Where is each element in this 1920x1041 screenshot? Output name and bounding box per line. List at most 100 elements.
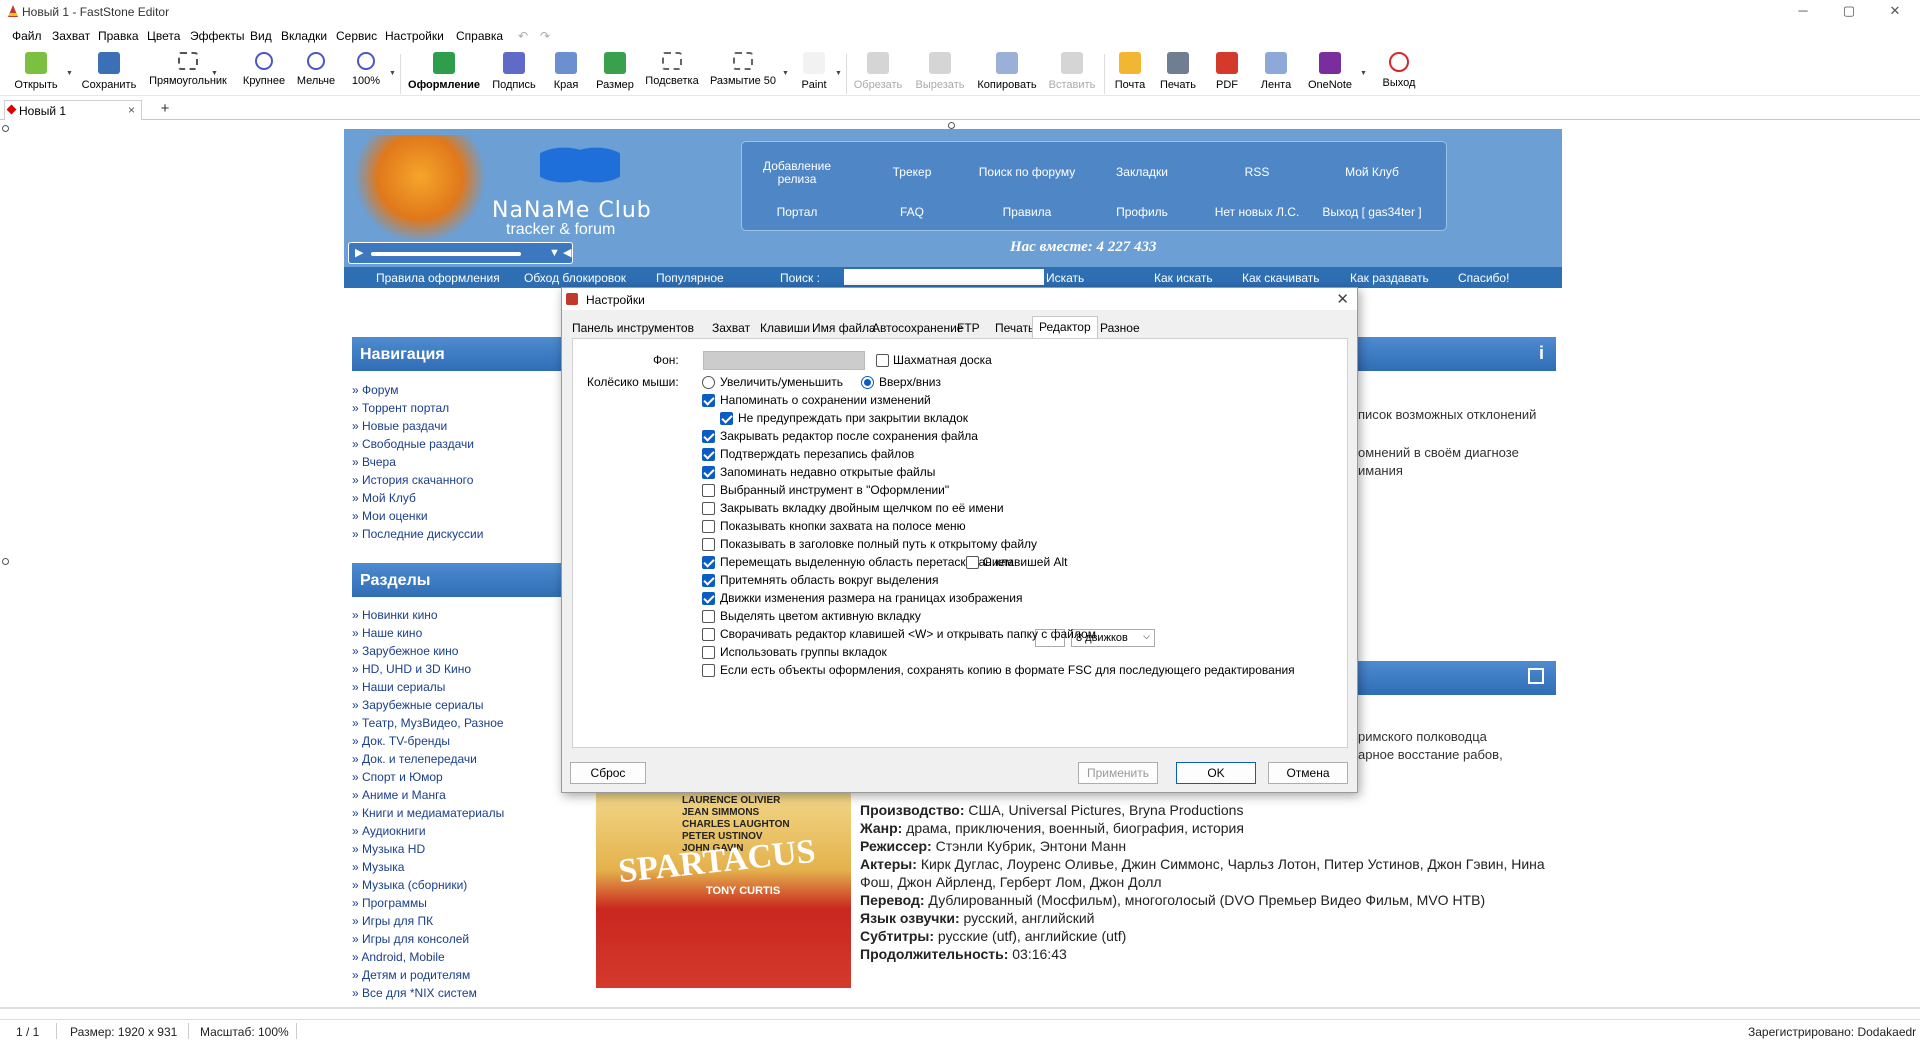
zoom-out-button[interactable]: Мельче: [294, 52, 338, 96]
blur-dropdown-icon[interactable]: ▼: [782, 70, 789, 77]
option-checkbox[interactable]: [702, 628, 715, 641]
redo-icon[interactable]: ↷: [540, 29, 550, 43]
menu-effects[interactable]: Эффекты: [190, 29, 245, 43]
resize-handle[interactable]: [948, 122, 955, 129]
menu-tabs[interactable]: Вкладки: [281, 29, 327, 43]
option-checkbox[interactable]: [702, 430, 715, 443]
paste-icon: [1061, 52, 1083, 74]
option-checkbox[interactable]: [702, 466, 715, 479]
tab-hotkeys[interactable]: Клавиши: [760, 318, 810, 338]
site-nav-item: Как скачивать: [1242, 271, 1320, 285]
caption-button[interactable]: Подпись: [488, 52, 540, 96]
tab-close-icon[interactable]: ×: [128, 103, 135, 117]
paint-dropdown-icon[interactable]: ▼: [835, 70, 842, 77]
paste-button[interactable]: Вставить: [1046, 52, 1098, 96]
option-checkbox[interactable]: [702, 484, 715, 497]
resize-handle[interactable]: [2, 125, 9, 132]
maximize-button[interactable]: ▢: [1826, 0, 1872, 24]
tab-editor[interactable]: Редактор: [1032, 316, 1098, 338]
resize-button[interactable]: Размер: [590, 52, 640, 96]
option-checkbox[interactable]: [702, 502, 715, 515]
menu-help[interactable]: Справка: [456, 29, 503, 43]
wheel-zoom-radio[interactable]: [702, 376, 715, 389]
draw-button[interactable]: Оформление: [404, 52, 484, 96]
highlight-button[interactable]: Подсветка: [642, 52, 702, 96]
ok-button[interactable]: OK: [1176, 762, 1256, 784]
cut-button[interactable]: Вырезать: [910, 52, 970, 96]
zoom-icon: [357, 52, 375, 70]
app-icon: [8, 5, 18, 17]
option-checkbox[interactable]: [720, 412, 733, 425]
menu-edit[interactable]: Правка: [98, 29, 139, 43]
exit-button[interactable]: Выход: [1376, 52, 1422, 96]
blur-button[interactable]: Размытие 50: [706, 52, 780, 96]
pdf-button[interactable]: PDF: [1210, 52, 1244, 96]
alt-key-label: С клавишей Alt: [983, 555, 1068, 569]
onenote-button[interactable]: OneNote: [1304, 52, 1356, 96]
crop-button[interactable]: Обрезать: [852, 52, 904, 96]
option-checkbox[interactable]: [702, 592, 715, 605]
zoom-in-button[interactable]: Крупнее: [240, 52, 288, 96]
site-nav-item: Поиск :: [780, 271, 820, 285]
option-checkbox[interactable]: [702, 556, 715, 569]
paint-button[interactable]: Paint: [794, 52, 834, 96]
checkerboard-checkbox[interactable]: [876, 354, 889, 367]
menu-view[interactable]: Вид: [250, 29, 272, 43]
site-menu-item: Добавление релиза: [763, 159, 831, 186]
option-checkbox[interactable]: [702, 538, 715, 551]
zoom-level-button[interactable]: 100%: [344, 52, 388, 96]
save-button[interactable]: Сохранить: [78, 52, 140, 96]
document-tab[interactable]: Новый 1 ×: [4, 100, 142, 120]
page-text-fragment: омнений в своём диагнозе: [1358, 445, 1519, 460]
tab-filename[interactable]: Имя файла: [812, 318, 876, 338]
tab-autosave[interactable]: Автосохранение: [872, 318, 963, 338]
logo-tree-image: [350, 135, 490, 240]
zoom-dropdown-icon[interactable]: ▼: [389, 70, 396, 77]
horizontal-scrollbar[interactable]: [0, 1007, 1920, 1009]
alt-key-checkbox[interactable]: [966, 556, 979, 569]
mail-button[interactable]: Почта: [1108, 52, 1152, 96]
open-dropdown-icon[interactable]: ▼: [66, 70, 73, 77]
edge-button[interactable]: Края: [548, 52, 584, 96]
power-icon: [1389, 52, 1409, 72]
background-color-field[interactable]: [703, 351, 865, 370]
menu-capture[interactable]: Захват: [52, 29, 90, 43]
option-checkbox[interactable]: [702, 646, 715, 659]
option-checkbox[interactable]: [702, 448, 715, 461]
rect-dropdown-icon[interactable]: ▼: [211, 70, 218, 77]
document-tab-bar: Новый 1 ×: [0, 98, 1920, 120]
tab-misc[interactable]: Разное: [1100, 318, 1140, 338]
print-button[interactable]: Печать: [1156, 52, 1200, 96]
ribbon-button[interactable]: Лента: [1256, 52, 1296, 96]
menu-service[interactable]: Сервис: [336, 29, 377, 43]
minimize-button[interactable]: ─: [1780, 0, 1826, 24]
menu-settings[interactable]: Настройки: [385, 29, 444, 43]
dialog-title: Настройки: [586, 293, 645, 307]
undo-icon[interactable]: ↶: [518, 29, 528, 43]
apply-button[interactable]: Применить: [1078, 762, 1158, 784]
tab-toolbar[interactable]: Панель инструментов: [572, 318, 694, 338]
tab-capture[interactable]: Захват: [712, 318, 750, 338]
wheel-scroll-radio[interactable]: [861, 376, 874, 389]
menu-file[interactable]: Файл: [12, 29, 42, 43]
copy-button[interactable]: Копировать: [972, 52, 1042, 96]
tab-ftp[interactable]: FTP: [957, 318, 980, 338]
site-menu-item: FAQ: [899, 205, 924, 219]
option-checkbox[interactable]: [702, 574, 715, 587]
option-checkbox[interactable]: [702, 664, 715, 677]
option-checkbox[interactable]: [702, 610, 715, 623]
option-checkbox[interactable]: [702, 520, 715, 533]
crop-icon: [867, 52, 889, 74]
tab-print[interactable]: Печать: [995, 318, 1034, 338]
menu-colors[interactable]: Цвета: [147, 29, 180, 43]
close-button[interactable]: ✕: [1872, 0, 1918, 24]
site-menu-item: Портал: [776, 205, 818, 219]
resize-handle[interactable]: [2, 558, 9, 565]
cancel-button[interactable]: Отмена: [1268, 762, 1348, 784]
reset-button[interactable]: Сброс: [570, 762, 646, 784]
dialog-close-button[interactable]: ✕: [1336, 290, 1349, 308]
onenote-dropdown-icon[interactable]: ▼: [1360, 70, 1367, 77]
new-tab-button[interactable]: +: [150, 100, 180, 118]
option-checkbox[interactable]: [702, 394, 715, 407]
open-button[interactable]: Открыть: [8, 52, 64, 96]
